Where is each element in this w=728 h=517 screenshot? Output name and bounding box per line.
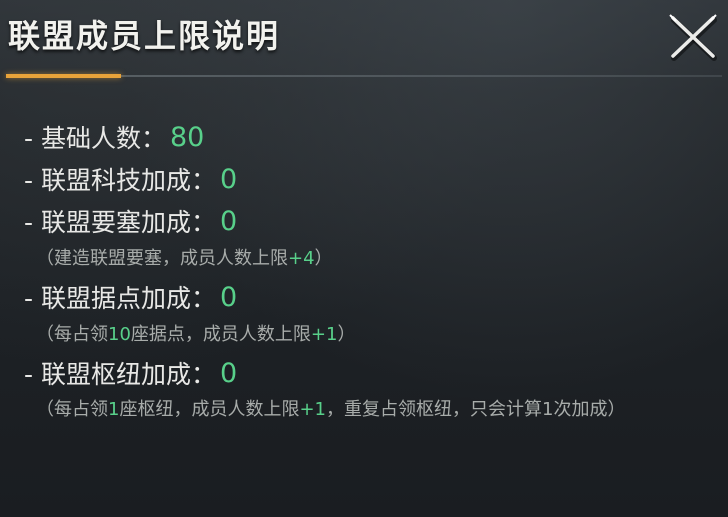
stronghold-note-end: ） [337, 324, 356, 345]
member-limit-panel: 联盟成员上限说明 - 基础人数： 80 - 联盟科技加成： 0 - 联盟要塞加成… [0, 0, 728, 517]
stronghold-bonus-row: - 联盟据点加成： 0 [24, 276, 722, 318]
close-x-icon [669, 14, 717, 61]
fortress-note-bonus: +4 [288, 248, 315, 269]
title-divider-accent [6, 74, 121, 78]
tech-bonus-label: - 联盟科技加成： [24, 166, 216, 195]
fortress-bonus-note: （建造联盟要塞，成员人数上限+4） [24, 242, 722, 276]
stronghold-note-mid: 座据点，成员人数上限 [130, 324, 311, 345]
stronghold-bonus-note: （每占领10座据点，成员人数上限+1） [24, 318, 722, 352]
tech-bonus-value: 0 [219, 163, 238, 195]
hub-note-end: ，重复占领枢纽，只会计算1次加成） [326, 399, 626, 420]
stronghold-note-bonus: +1 [310, 324, 338, 345]
fortress-bonus-value: 0 [219, 205, 238, 237]
fortress-note-text: （建造联盟要塞，成员人数上限 [36, 248, 288, 269]
panel-title: 联盟成员上限说明 [8, 17, 281, 55]
hub-note-count: 1 [108, 399, 120, 420]
base-count-value: 80 [169, 121, 205, 153]
base-count-row: - 基础人数： 80 [24, 116, 722, 158]
stronghold-note-start: （每占领 [36, 324, 108, 345]
fortress-bonus-row: - 联盟要塞加成： 0 [24, 200, 722, 242]
hub-bonus-value: 0 [219, 357, 238, 389]
stronghold-bonus-value: 0 [219, 281, 238, 313]
hub-note-start: （每占领 [36, 399, 108, 420]
fortress-bonus-label: - 联盟要塞加成： [24, 208, 216, 237]
tech-bonus-row: - 联盟科技加成： 0 [24, 158, 722, 200]
stronghold-bonus-label: - 联盟据点加成： [24, 284, 216, 313]
base-count-label: - 基础人数： [24, 124, 166, 153]
content-area: - 基础人数： 80 - 联盟科技加成： 0 - 联盟要塞加成： 0 （建造联盟… [24, 116, 722, 426]
hub-note-mid: 座枢纽，成员人数上限 [119, 399, 300, 420]
hub-note-bonus: +1 [299, 399, 326, 420]
close-button[interactable] [664, 8, 724, 68]
hub-bonus-row: - 联盟枢纽加成： 0 [24, 352, 722, 394]
hub-bonus-note: （每占领1座枢纽，成员人数上限+1，重复占领枢纽，只会计算1次加成） [24, 394, 722, 426]
fortress-note-end: ） [314, 248, 333, 269]
hub-bonus-label: - 联盟枢纽加成： [24, 360, 216, 389]
stronghold-note-count: 10 [108, 324, 131, 345]
